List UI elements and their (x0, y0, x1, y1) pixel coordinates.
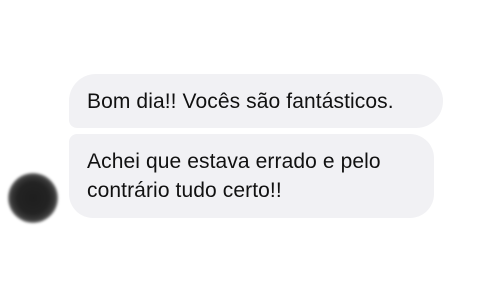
message-bubble[interactable]: Bom dia!! Vocês são fantásticos. (69, 74, 443, 128)
message-text: Achei que estava errado e pelo contrário… (87, 150, 381, 202)
chat-thread: Bom dia!! Vocês são fantásticos. Achei q… (0, 0, 491, 300)
message-bubble[interactable]: Achei que estava errado e pelo contrário… (69, 134, 434, 218)
avatar[interactable] (8, 173, 58, 223)
message-text: Bom dia!! Vocês são fantásticos. (87, 90, 394, 113)
